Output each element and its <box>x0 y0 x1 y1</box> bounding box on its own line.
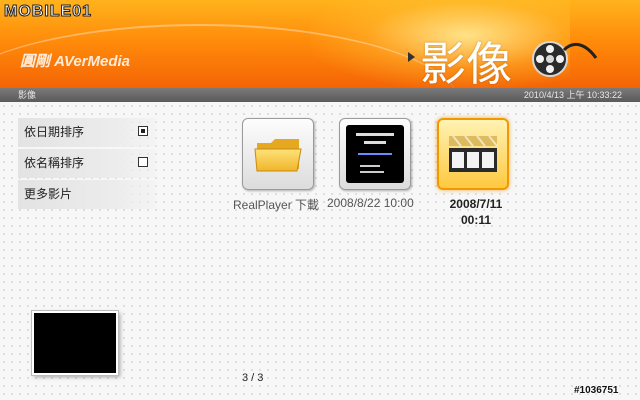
menu-item-label: 更多影片 <box>24 187 73 201</box>
status-bar: 影像 2010/4/13 上午 10:33:22 <box>0 88 640 102</box>
content-area: 依日期排序 依名稱排序 更多影片 RealPlayer 下載 2008/8/22… <box>0 102 640 400</box>
grid-item-video[interactable] <box>339 118 411 190</box>
clock-datetime: 2010/4/13 上午 10:33:22 <box>523 90 622 100</box>
sort-by-name-option[interactable]: 依名稱排序 <box>18 149 156 178</box>
title-arrow-icon <box>408 52 415 62</box>
grid-item-label: 2008/7/11 00:11 <box>449 197 503 227</box>
film-strip-icon <box>449 135 498 172</box>
page-indicator: 3 / 3 <box>242 372 264 384</box>
preview-thumbnail <box>32 311 118 375</box>
folder-icon <box>254 139 302 172</box>
brand-logo: 圓剛 AVerMedia <box>20 53 131 70</box>
menu-item-label: 依名稱排序 <box>24 156 85 170</box>
checkbox-checked-icon[interactable] <box>138 126 148 136</box>
film-reel-icon <box>530 36 600 87</box>
mobile01-watermark-logo: MOBILE01 <box>3 3 93 21</box>
checkbox-unchecked-icon[interactable] <box>138 157 148 167</box>
breadcrumb: 影像 <box>18 90 37 100</box>
video-thumbnail <box>346 125 404 183</box>
grid-item-film-selected[interactable] <box>437 118 509 190</box>
sort-by-date-option[interactable]: 依日期排序 <box>18 118 156 147</box>
header-banner: MOBILE01 圓剛 AVerMedia 影像 <box>0 0 640 91</box>
app-window: MOBILE01 圓剛 AVerMedia 影像 影像 2010/4/13 上午… <box>0 0 640 400</box>
grid-item-label: 2008/8/22 10:00 <box>327 196 414 210</box>
more-videos-option[interactable]: 更多影片 <box>18 180 156 209</box>
grid-item-folder[interactable] <box>242 118 314 190</box>
menu-item-label: 依日期排序 <box>24 125 85 139</box>
sort-menu: 依日期排序 依名稱排序 更多影片 <box>18 118 156 211</box>
page-title: 影像 <box>420 37 512 91</box>
grid-item-label: RealPlayer 下載 <box>233 198 320 212</box>
watermark-id: #1036751 <box>574 385 619 396</box>
